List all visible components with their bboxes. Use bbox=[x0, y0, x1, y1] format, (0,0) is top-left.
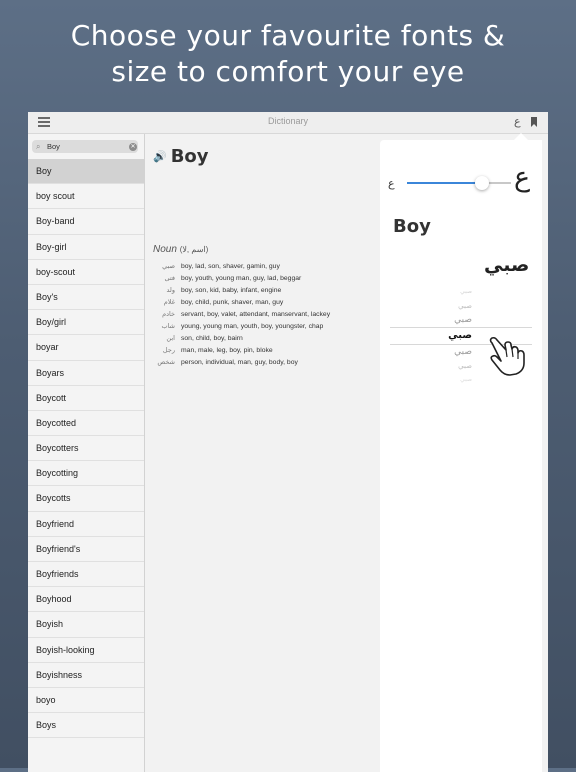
font-size-slider[interactable] bbox=[407, 176, 511, 190]
definition-row: فتى boy, youth, young man, guy, lad, begg… bbox=[153, 272, 383, 284]
definition-english: person, individual, man, guy, body, boy bbox=[181, 358, 298, 366]
pos-arabic: (اسم ,لا) bbox=[179, 245, 209, 254]
font-option[interactable]: صبي bbox=[390, 299, 532, 313]
search-bar: ⌕ ✕ bbox=[28, 134, 144, 159]
word-list-item[interactable]: Boy bbox=[28, 159, 144, 185]
definitions-list: صبي boy, lad, son, shaver, gamin, guy فتى b… bbox=[153, 260, 383, 368]
word-list-item[interactable]: Boys bbox=[28, 713, 144, 739]
word-list-item[interactable]: Boy/girl bbox=[28, 310, 144, 336]
font-size-slider-knob[interactable] bbox=[474, 176, 489, 190]
definition-arabic: ولد bbox=[166, 286, 175, 294]
word-list-item[interactable]: Boycotting bbox=[28, 461, 144, 487]
definition-arabic: شخص bbox=[157, 358, 175, 366]
definition-arabic: فتى bbox=[164, 274, 176, 282]
font-settings-popover: ع ع Boy صبي صبي صبي صبي صبي صبي صبي صبي bbox=[380, 140, 542, 772]
definition-english: boy, child, punk, shaver, man, guy bbox=[181, 298, 284, 306]
word-list-item[interactable]: Boyish bbox=[28, 612, 144, 638]
word-list-item[interactable]: Boycotted bbox=[28, 411, 144, 437]
word-list-item[interactable]: boyo bbox=[28, 688, 144, 714]
word-list-item[interactable]: Boy-girl bbox=[28, 235, 144, 260]
app-window: Dictionary ع ⌕ ✕ Boyboy scoutBoy-bandBoy… bbox=[28, 112, 548, 772]
word-list-item[interactable]: Boyfriends bbox=[28, 562, 144, 588]
definition-row: غلام boy, child, punk, shaver, man, guy bbox=[153, 296, 383, 308]
pointing-hand-icon bbox=[489, 336, 525, 376]
definition-english: young, young man, youth, boy, youngster,… bbox=[181, 322, 324, 330]
word-list-sidebar: ⌕ ✕ Boyboy scoutBoy-bandBoy-girlboy-scou… bbox=[28, 134, 145, 772]
word-list-item[interactable]: Boy-band bbox=[28, 209, 144, 235]
word-list-item[interactable]: boyar bbox=[28, 335, 144, 361]
large-font-size-icon[interactable]: ع bbox=[514, 162, 530, 193]
definition-arabic: صبي bbox=[162, 262, 175, 270]
arabic-font-icon[interactable]: ع bbox=[514, 115, 521, 128]
top-navigation-bar: Dictionary ع bbox=[28, 112, 548, 134]
search-field-container[interactable]: ⌕ ✕ bbox=[32, 140, 138, 153]
word-list-item[interactable]: Boyfriend's bbox=[28, 537, 144, 562]
promo-headline: Choose your favourite fonts & size to co… bbox=[0, 18, 576, 90]
word-list-item[interactable]: Boycott bbox=[28, 386, 144, 411]
headline-line-1: Choose your favourite fonts & bbox=[70, 19, 506, 52]
font-option[interactable]: صبي bbox=[390, 285, 532, 299]
popover-arrow bbox=[514, 133, 528, 140]
word-list-item[interactable]: Boyishness bbox=[28, 663, 144, 688]
definition-arabic: خادم bbox=[162, 310, 175, 318]
word-list-item[interactable]: boy scout bbox=[28, 184, 144, 210]
speaker-icon[interactable]: 🔊 bbox=[153, 150, 167, 163]
word-list-item[interactable]: Boycotters bbox=[28, 436, 144, 462]
app-title: Dictionary bbox=[267, 116, 308, 126]
word-list-item[interactable]: Boyhood bbox=[28, 587, 144, 613]
definition-arabic: رجل bbox=[162, 346, 175, 354]
definition-english: servant, boy, valet, attendant, manserva… bbox=[181, 310, 331, 318]
definition-row: خادم servant, boy, valet, attendant, mans… bbox=[153, 308, 383, 320]
small-font-size-icon[interactable]: ع bbox=[388, 177, 395, 190]
preview-arabic-word: صبي bbox=[484, 254, 530, 276]
font-option[interactable]: صبي bbox=[390, 313, 532, 327]
entry-header: 🔊 Boy bbox=[153, 146, 209, 167]
word-list-item[interactable]: Boyfriend bbox=[28, 512, 144, 537]
clear-search-icon[interactable]: ✕ bbox=[129, 142, 137, 151]
definition-english: son, child, boy, bairn bbox=[181, 334, 243, 342]
preview-english-word: Boy bbox=[393, 216, 431, 237]
word-list: Boy boy scout Boy-band Boy-girl boy-scout Boy… bbox=[28, 159, 144, 739]
word-list-item[interactable]: Boy's bbox=[28, 285, 144, 311]
search-input[interactable] bbox=[44, 142, 129, 151]
definition-arabic: ابن bbox=[166, 334, 175, 342]
part-of-speech: Noun (اسم ,لا) bbox=[153, 244, 208, 255]
font-size-slider-fill bbox=[407, 182, 482, 184]
entry-word: Boy bbox=[170, 146, 209, 167]
search-icon: ⌕ bbox=[36, 141, 41, 151]
pos-label: Noun bbox=[153, 244, 177, 255]
definition-row: ولد boy, son, kid, baby, infant, engine bbox=[153, 284, 383, 296]
word-list-item[interactable]: boy-scout bbox=[28, 260, 144, 285]
definition-english: boy, lad, son, shaver, gamin, guy bbox=[181, 262, 280, 270]
word-list-item[interactable]: Boyish-looking bbox=[28, 638, 144, 663]
headline-line-2: size to comfort your eye bbox=[111, 55, 465, 88]
definition-row: رجل man, male, leg, boy, pin, bloke bbox=[153, 344, 383, 356]
definition-english: boy, son, kid, baby, infant, engine bbox=[181, 286, 282, 294]
definition-row: صبي boy, lad, son, shaver, gamin, guy bbox=[153, 260, 383, 272]
definition-english: man, male, leg, boy, pin, bloke bbox=[181, 346, 273, 354]
definition-row: شاب young, young man, youth, boy, youngst… bbox=[153, 320, 383, 332]
definition-arabic: شاب bbox=[161, 322, 175, 330]
definition-english: boy, youth, young man, guy, lad, beggar bbox=[181, 274, 302, 282]
word-list-item[interactable]: Boycotts bbox=[28, 486, 144, 512]
definition-row: ابن son, child, boy, bairn bbox=[153, 332, 383, 344]
definition-arabic: غلام bbox=[163, 298, 175, 306]
word-list-item[interactable]: Boyars bbox=[28, 361, 144, 386]
definition-row: شخص person, individual, man, guy, body, b… bbox=[153, 356, 383, 368]
